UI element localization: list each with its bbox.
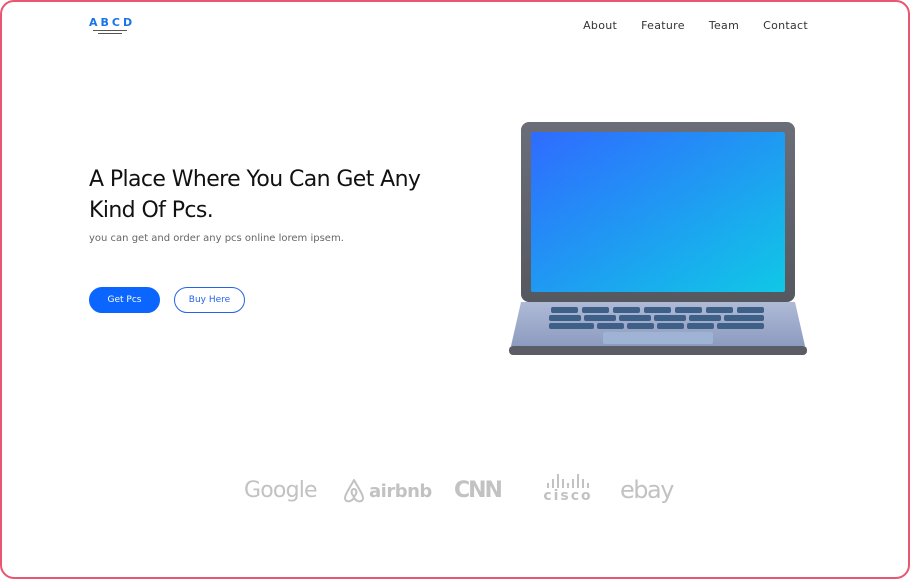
cisco-logo: cisco	[537, 474, 599, 504]
nav-link-contact[interactable]: Contact	[763, 19, 808, 32]
hero-subtitle: you can get and order any pcs online lor…	[89, 233, 344, 244]
page-frame: ABCD About Feature Team Contact A Place …	[0, 0, 910, 579]
buy-here-button[interactable]: Buy Here	[174, 287, 245, 313]
google-logo: Google	[244, 478, 318, 503]
nav-link-feature[interactable]: Feature	[641, 19, 685, 32]
logo[interactable]: ABCD	[89, 16, 133, 38]
brand-logos: Google airbnb CNN cisco ebay	[242, 472, 682, 512]
logo-underline	[93, 30, 127, 36]
hero-title: A Place Where You Can Get Any Kind Of Pc…	[89, 167, 421, 223]
top-nav: About Feature Team Contact	[583, 19, 808, 32]
laptop-illustration	[509, 122, 807, 355]
cnn-logo: CNN	[454, 478, 503, 503]
airbnb-icon	[344, 479, 364, 503]
logo-text: ABCD	[89, 16, 136, 29]
airbnb-wordmark: airbnb	[369, 480, 432, 502]
airbnb-logo: airbnb	[342, 478, 432, 504]
ebay-logo: ebay	[620, 476, 674, 504]
cisco-bars-icon	[537, 474, 599, 488]
cisco-wordmark: cisco	[543, 488, 593, 504]
nav-link-team[interactable]: Team	[709, 19, 739, 32]
get-pcs-button[interactable]: Get Pcs	[89, 287, 160, 313]
nav-link-about[interactable]: About	[583, 19, 617, 32]
